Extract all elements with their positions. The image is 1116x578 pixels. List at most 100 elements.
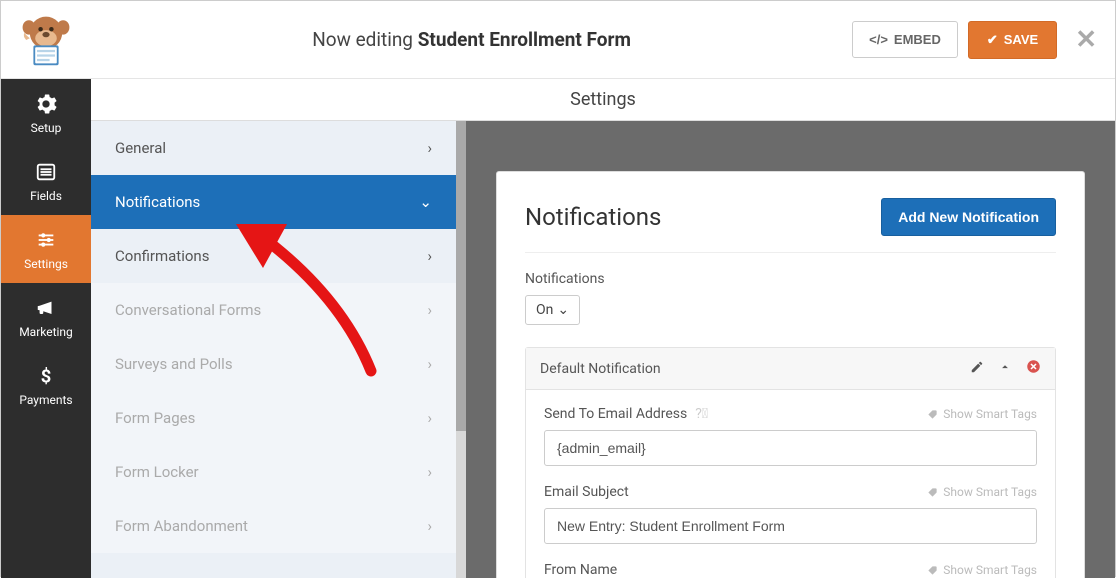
content-title: Settings xyxy=(91,79,1115,121)
settings-item-confirmations[interactable]: Confirmations › xyxy=(91,229,456,283)
dollar-icon: $ xyxy=(35,365,57,387)
field-label-text: Send To Email Address xyxy=(544,406,687,422)
settings-item-label: Form Locker xyxy=(115,463,199,481)
now-editing-label: Now editing xyxy=(312,28,413,51)
settings-item-conversational-forms[interactable]: Conversational Forms › xyxy=(91,283,456,337)
chevron-down-icon: ⌄ xyxy=(557,302,569,318)
settings-item-label: Form Pages xyxy=(115,409,195,427)
settings-item-label: Surveys and Polls xyxy=(115,355,233,373)
smart-tags-label: Show Smart Tags xyxy=(943,563,1037,577)
settings-item-form-locker[interactable]: Form Locker › xyxy=(91,445,456,499)
chevron-down-icon: ⌄ xyxy=(419,193,432,211)
settings-item-notifications[interactable]: Notifications ⌄ xyxy=(91,175,456,229)
notification-card-title: Default Notification xyxy=(540,361,661,377)
send-to-label: Send To Email Address ?⃝ xyxy=(544,406,708,422)
divider xyxy=(525,252,1056,253)
embed-button[interactable]: </> EMBED xyxy=(852,21,958,58)
chevron-right-icon: › xyxy=(427,355,432,373)
show-smart-tags-link[interactable]: Show Smart Tags xyxy=(927,563,1037,577)
sidenav-label: Fields xyxy=(30,189,62,203)
collapse-button[interactable] xyxy=(998,360,1012,378)
toggle-label: Notifications xyxy=(525,271,1056,287)
chevron-right-icon: › xyxy=(427,409,432,427)
tag-icon xyxy=(927,565,938,576)
scrollbar-track[interactable] xyxy=(456,121,466,578)
embed-label: EMBED xyxy=(894,32,941,47)
top-bar: Now editing Student Enrollment Form </> … xyxy=(1,1,1115,79)
wpforms-logo-icon xyxy=(19,13,73,67)
code-icon: </> xyxy=(869,32,888,47)
sidenav: Setup Fields Settings Marketing $ Paymen… xyxy=(1,79,91,578)
settings-list-wrap: General › Notifications ⌄ Confirmations … xyxy=(91,121,466,578)
check-icon: ✔ xyxy=(987,32,998,48)
notification-card: Default Notification xyxy=(525,347,1056,578)
settings-item-form-pages[interactable]: Form Pages › xyxy=(91,391,456,445)
toggle-value: On xyxy=(536,302,553,318)
settings-item-general[interactable]: General › xyxy=(91,121,456,175)
show-smart-tags-link[interactable]: Show Smart Tags xyxy=(927,407,1037,421)
notifications-toggle[interactable]: On ⌄ xyxy=(525,295,580,325)
panel-header: Notifications Add New Notification xyxy=(525,198,1056,236)
settings-item-label: General xyxy=(115,139,166,157)
notification-card-body: Send To Email Address ?⃝ Show Smart Tags xyxy=(526,390,1055,578)
sidenav-item-payments[interactable]: $ Payments xyxy=(1,351,91,419)
from-name-row: From Name Show Smart Tags xyxy=(544,562,1037,578)
panel-wrap: Notifications Add New Notification Notif… xyxy=(466,121,1115,578)
delete-button[interactable] xyxy=(1026,359,1041,378)
list-icon xyxy=(35,161,57,183)
logo xyxy=(1,1,91,79)
gear-icon xyxy=(35,93,57,115)
sidenav-item-fields[interactable]: Fields xyxy=(1,147,91,215)
show-smart-tags-link[interactable]: Show Smart Tags xyxy=(927,485,1037,499)
smart-tags-label: Show Smart Tags xyxy=(943,407,1037,421)
sidenav-label: Settings xyxy=(24,257,68,271)
main: Setup Fields Settings Marketing $ Paymen… xyxy=(1,79,1115,578)
subject-input[interactable] xyxy=(544,508,1037,544)
tag-icon xyxy=(927,487,938,498)
panel-title: Notifications xyxy=(525,203,661,231)
from-name-label: From Name xyxy=(544,562,617,578)
chevron-right-icon: › xyxy=(427,517,432,535)
chevron-right-icon: › xyxy=(427,247,432,265)
send-to-row: Send To Email Address ?⃝ Show Smart Tags xyxy=(544,406,1037,466)
chevron-up-icon xyxy=(998,360,1012,374)
help-icon[interactable]: ?⃝ xyxy=(695,406,708,422)
settings-list: General › Notifications ⌄ Confirmations … xyxy=(91,121,456,578)
settings-item-label: Form Abandonment xyxy=(115,517,248,535)
settings-item-label: Conversational Forms xyxy=(115,301,261,319)
settings-item-form-abandonment[interactable]: Form Abandonment › xyxy=(91,499,456,553)
sidenav-label: Payments xyxy=(19,393,72,407)
svg-text:$: $ xyxy=(41,366,52,387)
settings-item-label: Confirmations xyxy=(115,247,209,265)
notification-card-header: Default Notification xyxy=(526,348,1055,390)
smart-tags-label: Show Smart Tags xyxy=(943,485,1037,499)
subject-row: Email Subject Show Smart Tags xyxy=(544,484,1037,544)
chevron-right-icon: › xyxy=(427,301,432,319)
page-title: Now editing Student Enrollment Form xyxy=(91,28,852,51)
sidenav-label: Setup xyxy=(31,121,62,135)
settings-item-surveys-polls[interactable]: Surveys and Polls › xyxy=(91,337,456,391)
tag-icon xyxy=(927,409,938,420)
content-body: General › Notifications ⌄ Confirmations … xyxy=(91,121,1115,578)
content: Settings General › Notifications ⌄ Confi… xyxy=(91,79,1115,578)
save-button[interactable]: ✔ SAVE xyxy=(968,21,1057,59)
sliders-icon xyxy=(35,229,57,251)
scrollbar-thumb[interactable] xyxy=(456,121,466,431)
sidenav-label: Marketing xyxy=(19,325,73,339)
sidenav-item-settings[interactable]: Settings xyxy=(1,215,91,283)
form-name: Student Enrollment Form xyxy=(418,28,631,51)
edit-button[interactable] xyxy=(970,360,984,378)
sidenav-item-marketing[interactable]: Marketing xyxy=(1,283,91,351)
bullhorn-icon xyxy=(35,297,57,319)
close-button[interactable]: ✕ xyxy=(1075,25,1097,55)
settings-item-label: Notifications xyxy=(115,193,200,211)
pencil-icon xyxy=(970,360,984,374)
chevron-right-icon: › xyxy=(427,139,432,157)
notifications-panel: Notifications Add New Notification Notif… xyxy=(496,171,1085,578)
send-to-input[interactable] xyxy=(544,430,1037,466)
save-label: SAVE xyxy=(1004,32,1038,47)
close-circle-icon xyxy=(1026,359,1041,374)
sidenav-item-setup[interactable]: Setup xyxy=(1,79,91,147)
add-notification-button[interactable]: Add New Notification xyxy=(881,198,1056,236)
subject-label: Email Subject xyxy=(544,484,629,500)
